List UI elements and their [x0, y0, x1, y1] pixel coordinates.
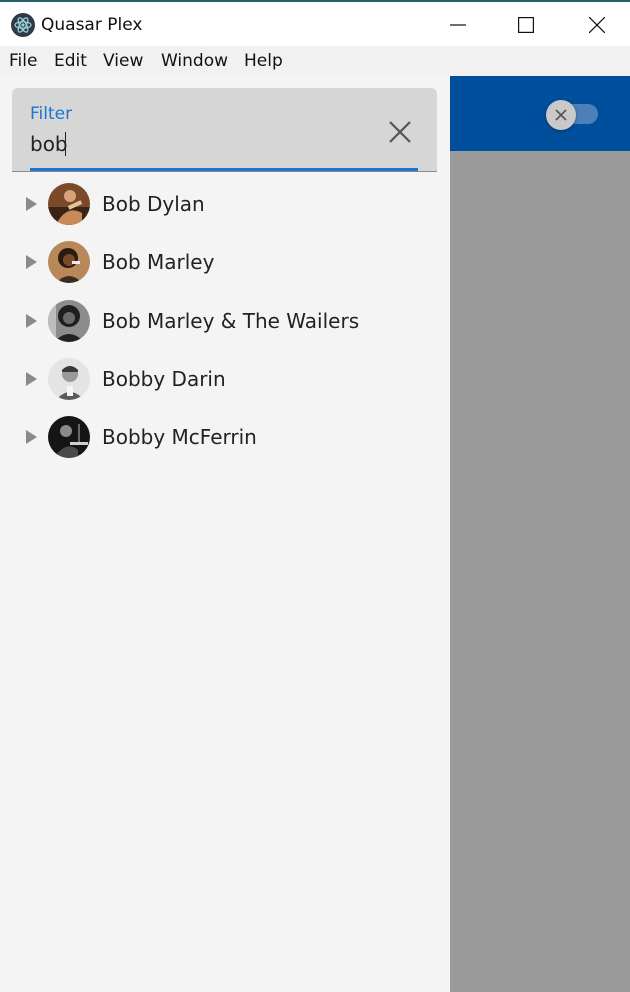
main-header [450, 76, 630, 151]
menu-file[interactable]: File [9, 51, 37, 71]
avatar [48, 183, 90, 225]
avatar [48, 241, 90, 283]
minimize-button[interactable] [435, 8, 481, 42]
avatar [48, 416, 90, 458]
clear-icon [389, 121, 411, 143]
menu-edit[interactable]: Edit [54, 51, 87, 71]
avatar [48, 358, 90, 400]
artist-row[interactable]: Bob Marley [0, 234, 450, 292]
menu-window[interactable]: Window [161, 51, 228, 71]
artist-name: Bobby McFerrin [102, 425, 257, 449]
window-title: Quasar Plex [41, 15, 143, 35]
filter-label: Filter [30, 104, 73, 124]
clear-filter-button[interactable] [384, 116, 416, 148]
menu-bar: File Edit View Window Help [0, 46, 630, 76]
artist-name: Bob Marley [102, 250, 215, 274]
title-bar: Quasar Plex [0, 0, 630, 46]
artist-row[interactable]: Bobby Darin [0, 351, 450, 409]
maximize-button[interactable] [503, 8, 549, 42]
app-logo-icon [11, 13, 35, 37]
toggle-thumb[interactable] [546, 100, 576, 130]
main-content-panel [450, 76, 630, 992]
expand-arrow-icon[interactable] [24, 254, 38, 270]
filter-input[interactable] [30, 130, 370, 158]
avatar [48, 300, 90, 342]
expand-arrow-icon[interactable] [24, 429, 38, 445]
expand-arrow-icon[interactable] [24, 371, 38, 387]
filter-focus-underline [30, 168, 418, 171]
artist-name: Bob Dylan [102, 192, 205, 216]
filter-field[interactable]: Filter [12, 88, 437, 172]
expand-arrow-icon[interactable] [24, 313, 38, 329]
artist-row[interactable]: Bob Marley & The Wailers [0, 293, 450, 351]
minimize-icon [450, 24, 466, 26]
artist-drawer: Filter Bob [0, 76, 450, 992]
close-icon [589, 17, 605, 33]
artist-row[interactable]: Bob Dylan [0, 176, 450, 234]
menu-view[interactable]: View [103, 51, 143, 71]
close-icon [555, 109, 567, 121]
artist-row[interactable]: Bobby McFerrin [0, 409, 450, 467]
text-caret [65, 132, 66, 156]
maximize-icon [518, 17, 534, 33]
menu-help[interactable]: Help [244, 51, 283, 71]
artist-name: Bob Marley & The Wailers [102, 309, 360, 333]
expand-arrow-icon[interactable] [24, 196, 38, 212]
close-window-button[interactable] [574, 8, 620, 42]
artist-name: Bobby Darin [102, 367, 226, 391]
